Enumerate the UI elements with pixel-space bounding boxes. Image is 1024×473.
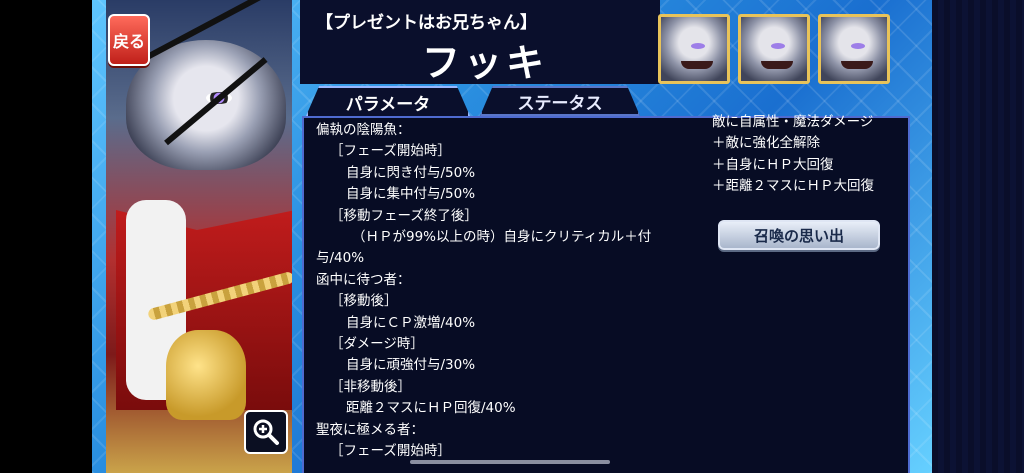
zoom-in-icon xyxy=(253,419,279,445)
skill-line: 自身に集中付与/50% xyxy=(346,186,476,203)
skill-line: ［フェーズ開始時］ xyxy=(330,143,451,160)
portrait-3[interactable] xyxy=(818,14,890,84)
back-button[interactable]: 戻る xyxy=(108,14,150,66)
portrait-1[interactable] xyxy=(658,14,730,84)
skill-line: 聖夜に極メる者： xyxy=(316,421,424,438)
portrait-list xyxy=(658,14,890,84)
portrait-mouth xyxy=(841,61,873,69)
portrait-eye xyxy=(851,43,865,49)
effect-line: ＋敵に強化全解除 xyxy=(712,135,820,152)
skill-line: 与/40% xyxy=(316,250,365,267)
skill-line: ［移動フェーズ終了後］ xyxy=(330,207,478,224)
character-name: フッキ xyxy=(422,41,549,85)
gold-ornament xyxy=(166,330,246,420)
effect-line: 敵に自属性・魔法ダメージ xyxy=(712,114,874,130)
left-letterbox xyxy=(0,0,92,473)
right-letterbox xyxy=(932,0,1024,473)
portrait-2[interactable] xyxy=(738,14,810,84)
skill-line: 函中に待つ者： xyxy=(316,271,411,288)
portrait-eye xyxy=(771,43,785,49)
tab-status[interactable]: ステータス xyxy=(480,86,640,116)
portrait-mouth xyxy=(761,61,793,69)
skill-line: 距離２マスにＨＰ回復/40% xyxy=(346,400,516,417)
skill-line: ［非移動後］ xyxy=(330,378,411,395)
character-subtitle: 【プレゼントはお兄ちゃん】 xyxy=(316,13,537,33)
skill-line: 偏執の陰陽魚： xyxy=(316,122,411,138)
summon-memory-button[interactable]: 召喚の思い出 xyxy=(718,220,880,250)
effect-line: ＋距離２マスにＨＰ大回復 xyxy=(712,178,874,195)
portrait-eye xyxy=(691,43,705,49)
skill-line: ［移動後］ xyxy=(330,293,398,310)
character-artwork xyxy=(106,0,292,473)
game-screen: 戻る 【プレゼントはお兄ちゃん】 フッキ パラメータ ステータス 偏執の陰陽魚：… xyxy=(92,0,932,473)
skill-line: ［ダメージ時］ xyxy=(330,336,424,353)
portrait-mouth xyxy=(681,61,713,69)
zoom-button[interactable] xyxy=(244,410,288,454)
tab-parameter[interactable]: パラメータ xyxy=(306,86,470,116)
skill-line: 自身にＣＰ激増/40% xyxy=(346,314,476,331)
skill-effect-list: 敵に自属性・魔法ダメージ ＋敵に強化全解除 ＋自身にＨＰ大回復 ＋距離２マスにＨ… xyxy=(712,112,912,198)
skill-line: 自身に閃き付与/50% xyxy=(346,164,476,181)
skill-line: （ＨＰが99%以上の時）自身にクリティカル＋付 xyxy=(352,229,652,246)
skill-line: 自身に頑強付与/30% xyxy=(346,357,476,374)
parameter-panel: 偏執の陰陽魚： ［フェーズ開始時］ 自身に閃き付与/50% 自身に集中付与/50… xyxy=(302,114,910,473)
skill-list[interactable]: 偏執の陰陽魚： ［フェーズ開始時］ 自身に閃き付与/50% 自身に集中付与/50… xyxy=(316,120,676,463)
character-header: 【プレゼントはお兄ちゃん】 フッキ xyxy=(300,0,660,85)
effect-line: ＋自身にＨＰ大回復 xyxy=(712,156,834,173)
scroll-indicator[interactable] xyxy=(410,460,610,464)
